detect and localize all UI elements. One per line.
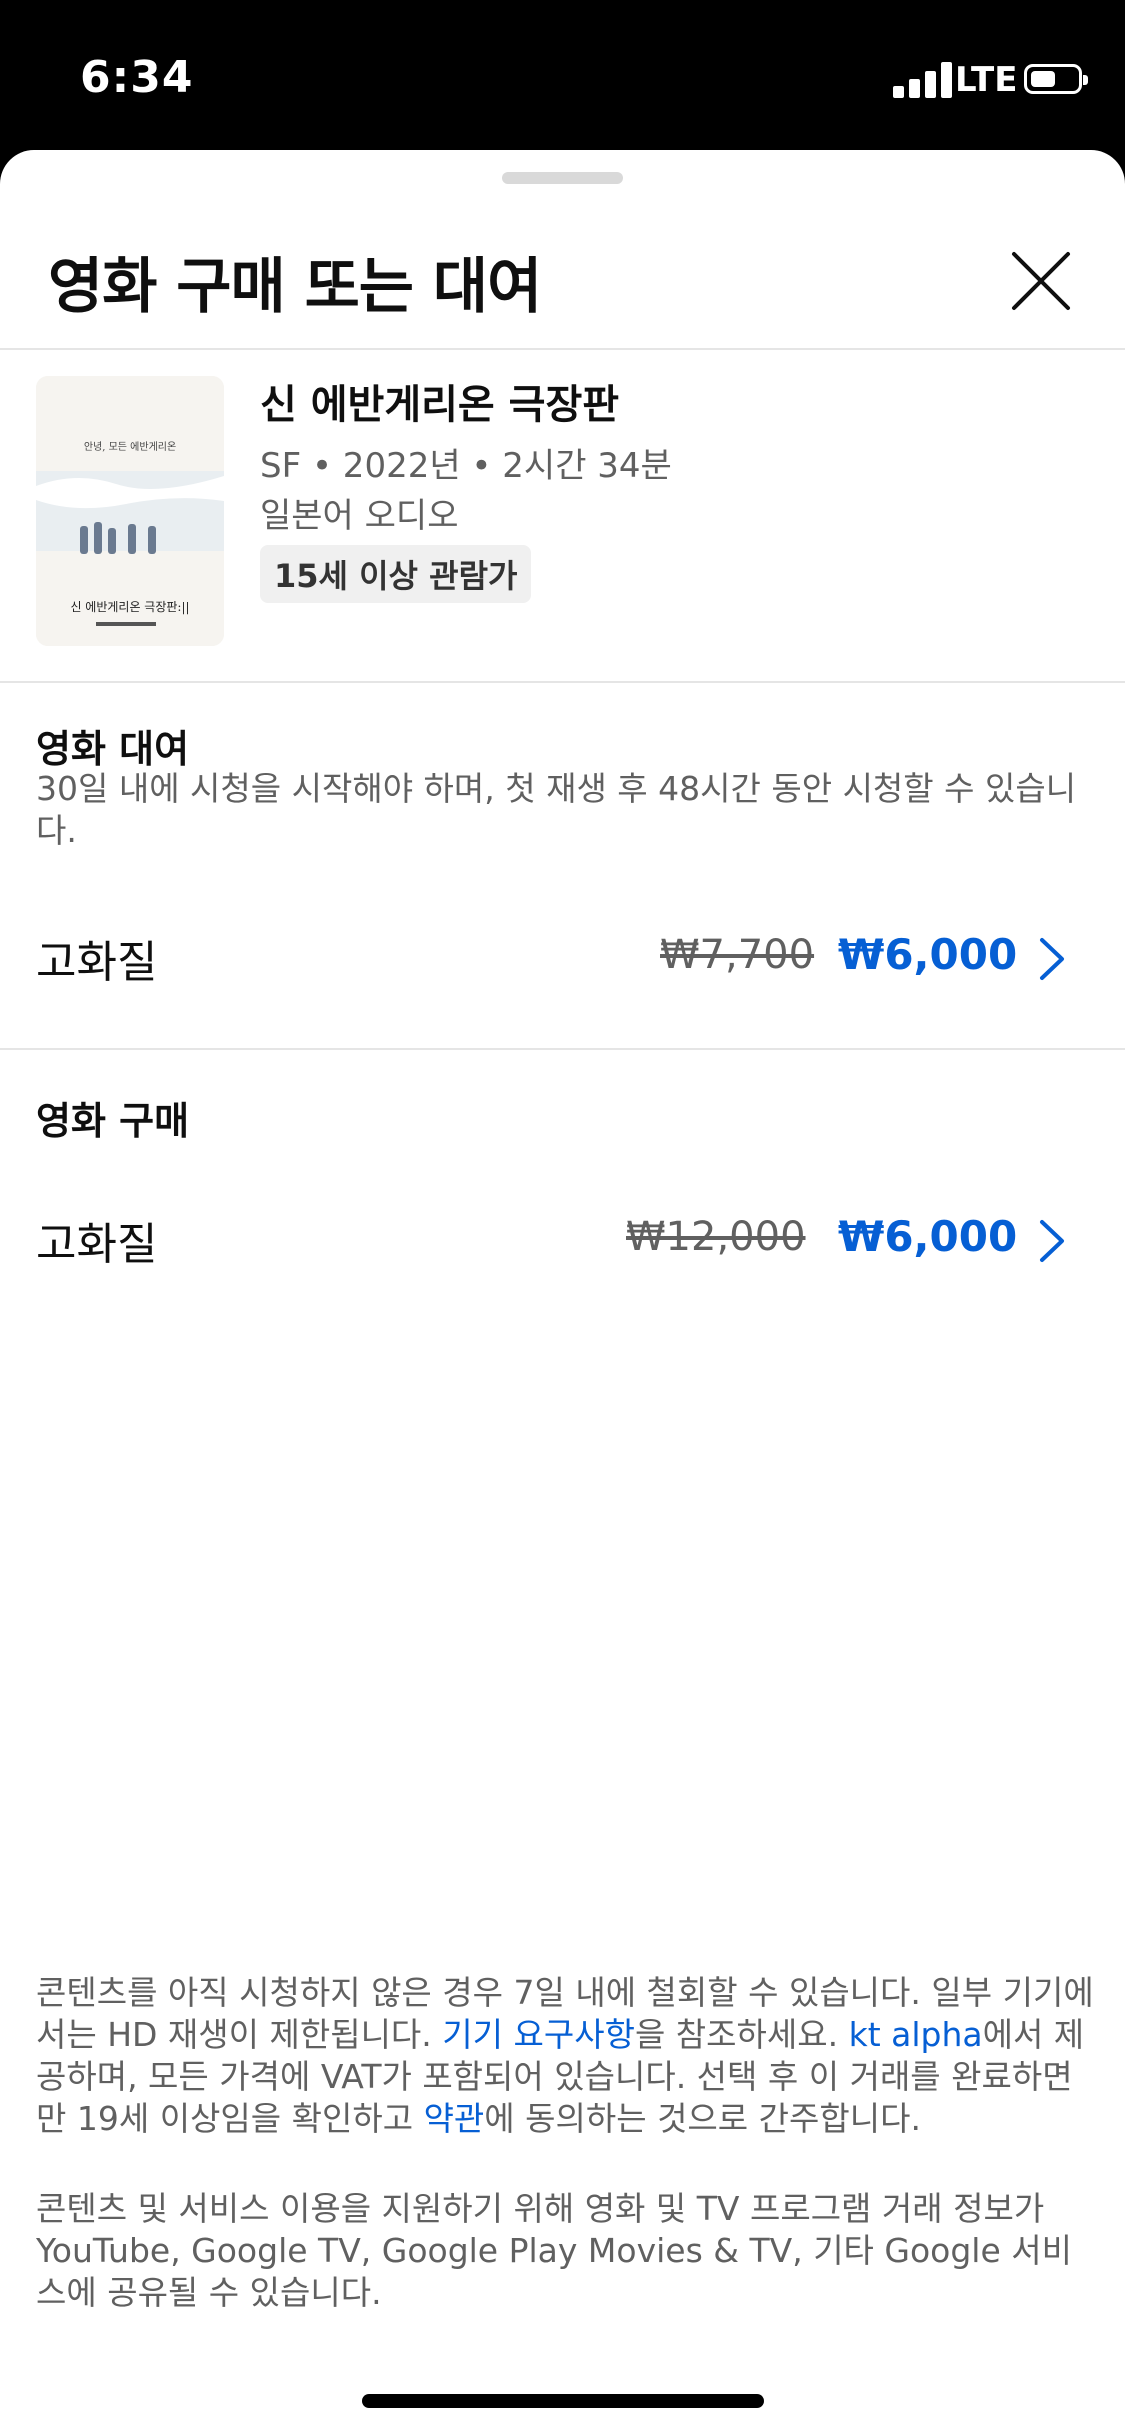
status-time: 6:34 — [80, 52, 194, 103]
purchase-price: ₩6,000 — [838, 1212, 1018, 1261]
purchase-option-hd[interactable]: 고화질 ₩12,000 ₩6,000 — [0, 1180, 1125, 1300]
movie-audio: 일본어 오디오 — [260, 496, 459, 536]
terms-link[interactable]: 약관 — [424, 2099, 485, 2138]
rating-badge: 15세 이상 관람가 — [260, 545, 532, 603]
purchase-heading: 영화 구매 — [36, 1099, 190, 1143]
device-requirements-link[interactable]: 기기 요구사항 — [442, 2015, 635, 2054]
status-bar: 6:34 LTE — [0, 0, 1125, 150]
movie-title: 신 에반게리온 극장판 — [260, 382, 620, 428]
network-type: LTE — [955, 60, 1018, 100]
purchase-original-price: ₩12,000 — [626, 1214, 806, 1260]
legal-notice: 콘텐츠를 아직 시청하지 않은 경우 7일 내에 철회할 수 있습니다. 일부 … — [36, 1972, 1096, 2140]
rental-price: ₩6,000 — [838, 930, 1018, 979]
chevron-right-icon — [1040, 1220, 1064, 1262]
section-divider — [0, 1048, 1125, 1050]
rental-heading: 영화 대여 — [36, 727, 190, 771]
sheet-header: 영화 구매 또는 대여 — [0, 150, 1125, 350]
movie-meta: SF • 2022년 • 2시간 34분 — [260, 446, 672, 486]
kt-alpha-link[interactable]: kt alpha — [849, 2015, 983, 2054]
movie-info: 안녕, 모든 에반게리온 신 에반게리온 극장판:|| 신 에반게리온 극장판 … — [0, 350, 1125, 683]
legal-text: 을 참조하세요. — [634, 2015, 849, 2054]
rental-description: 30일 내에 시청을 시작해야 하며, 첫 재생 후 48시간 동안 시청할 수… — [36, 769, 1077, 850]
battery-icon — [1024, 64, 1088, 94]
sheet-title: 영화 구매 또는 대여 — [48, 252, 542, 322]
data-sharing-notice: 콘텐츠 및 서비스 이용을 지원하기 위해 영화 및 TV 프로그램 거래 정보… — [36, 2189, 1072, 2312]
rental-option-hd[interactable]: 고화질 ₩7,700 ₩6,000 — [0, 898, 1125, 1018]
rental-quality: 고화질 — [36, 937, 158, 988]
purchase-quality: 고화질 — [36, 1219, 158, 1270]
legal-text: 에 동의하는 것으로 간주합니다. — [484, 2099, 921, 2138]
movie-poster: 안녕, 모든 에반게리온 신 에반게리온 극장판:|| — [36, 376, 224, 646]
home-indicator[interactable] — [362, 2394, 764, 2408]
rental-original-price: ₩7,700 — [660, 932, 815, 978]
chevron-right-icon — [1040, 938, 1064, 980]
purchase-sheet: 영화 구매 또는 대여 안녕, 모든 에반게리온 신 에반게리온 극장판:|| … — [0, 150, 1125, 2436]
poster-title: 신 에반게리온 극장판:|| — [70, 600, 190, 614]
close-icon[interactable] — [1008, 248, 1074, 314]
cellular-signal-icon — [893, 62, 952, 98]
poster-tagline: 안녕, 모든 에반게리온 — [83, 442, 177, 453]
